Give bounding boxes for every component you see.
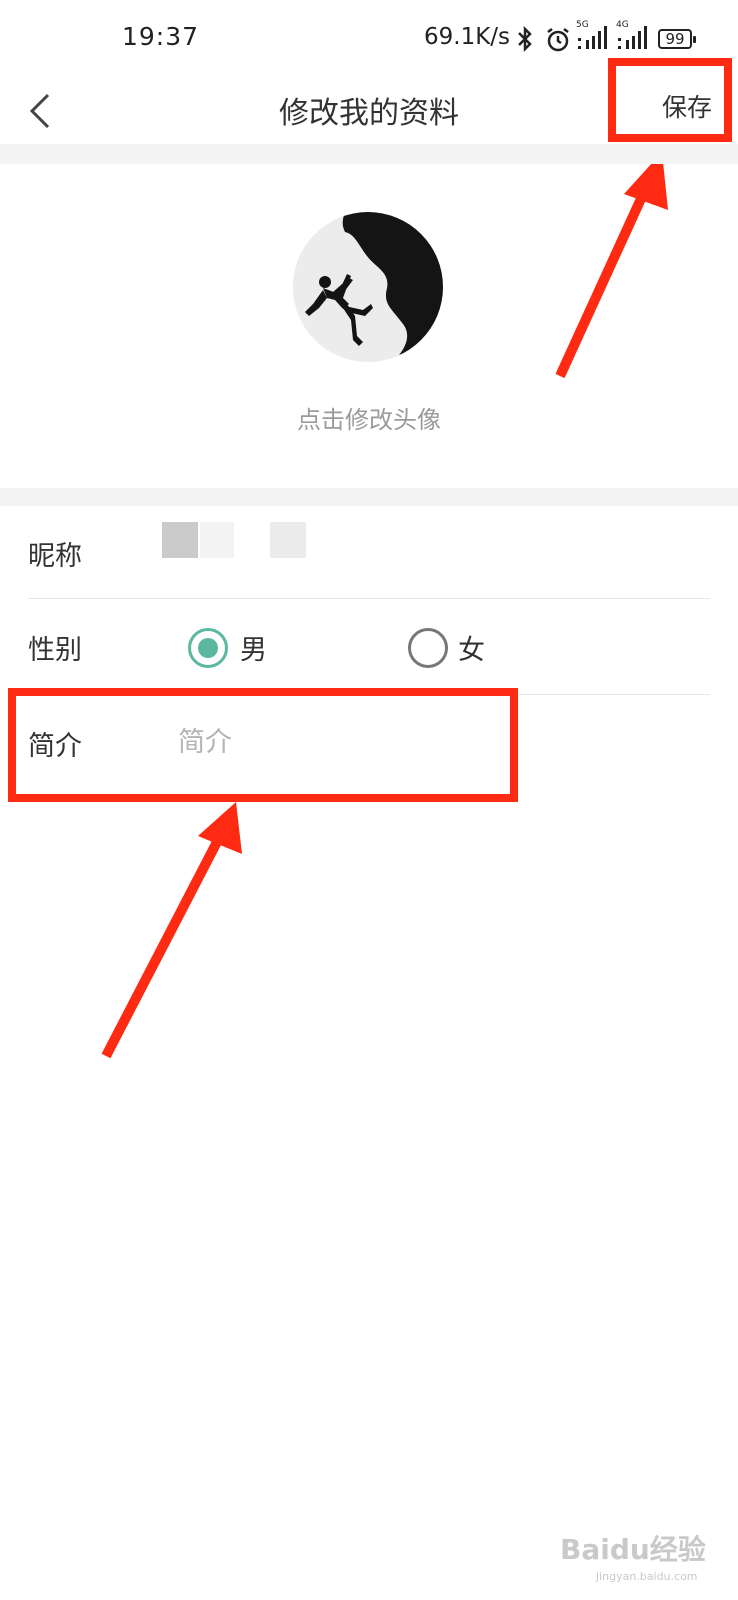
gender-label: 性别 <box>28 635 82 666</box>
avatar[interactable] <box>293 212 443 362</box>
nickname-blurred-value <box>200 522 234 558</box>
avatar-change-hint[interactable]: 点击修改头像 <box>0 400 738 435</box>
climber-avatar-image <box>293 212 443 362</box>
watermark-logo: Baidu经验 <box>560 1533 706 1566</box>
arrow-to-intro <box>101 802 242 1059</box>
row-divider <box>28 598 710 599</box>
male-radio[interactable] <box>188 628 228 668</box>
female-option-label[interactable]: 女 <box>458 628 485 667</box>
intro-highlight-box <box>8 688 518 802</box>
male-option-label[interactable]: 男 <box>240 628 267 667</box>
arrow-to-save <box>555 152 668 379</box>
nickname-blurred-value <box>162 522 198 558</box>
nickname-label: 昵称 <box>28 541 82 572</box>
section-divider <box>0 144 738 164</box>
female-radio[interactable] <box>408 628 448 668</box>
section-divider <box>0 488 738 506</box>
watermark-url: jingyan.baidu.com <box>596 1570 698 1583</box>
nickname-blurred-value <box>270 522 306 558</box>
